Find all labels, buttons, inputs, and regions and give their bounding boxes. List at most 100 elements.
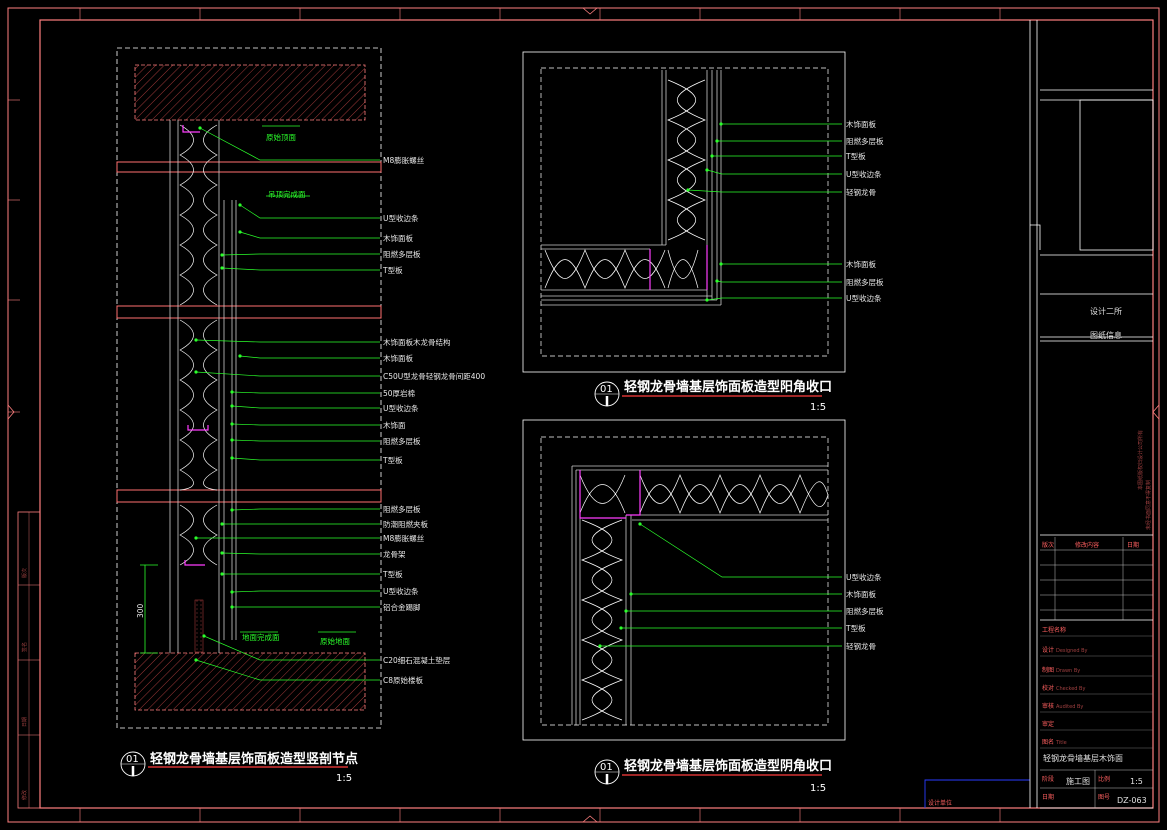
callout-label: T型板 <box>845 151 866 161</box>
left-strip-label: 修改 <box>21 790 28 800</box>
leader-dot <box>238 230 242 234</box>
field-label: 审核 <box>1042 702 1054 710</box>
leader-line <box>231 590 380 593</box>
callout-label: M8膨胀螺丝 <box>383 155 425 165</box>
number-label: 图号 <box>1098 794 1110 801</box>
leader-line <box>706 169 842 175</box>
level-note: 原始地面 <box>320 636 350 646</box>
leader-dot <box>715 279 719 283</box>
leader-line <box>221 253 380 256</box>
callout-label: 龙骨架 <box>383 549 406 559</box>
company-subtitle: 图纸信息 <box>1090 330 1122 340</box>
detail-scale: 1:5 <box>336 773 352 784</box>
callout-label: T型板 <box>382 455 403 465</box>
field-label-en: Drawn By <box>1056 668 1080 674</box>
detail-number: 01 <box>126 754 139 765</box>
leader-dot <box>624 609 628 613</box>
bottom-right-labels: U型收边条木饰面板阻燃多层板 T型板轻钢龙骨 <box>845 572 884 651</box>
detail-top-right-title: 01 轻钢龙骨墙基层饰面板造型阳角收口 1:5 <box>594 379 832 413</box>
callout-label: 轻钢龙骨 <box>846 187 876 197</box>
leader-line <box>231 508 380 511</box>
field-label: 制图 <box>1042 666 1054 674</box>
leader-line <box>221 267 380 271</box>
leader-dot <box>220 253 224 257</box>
left-labels: M8膨胀螺丝U型收边条木饰面板阻燃多层板T型板木饰面板木龙骨结构木饰面板C50U… <box>382 155 485 685</box>
callout-label: 木饰面板 <box>846 259 876 269</box>
leader-dot <box>705 168 709 172</box>
vertical-note: 本图纸版权归设计公司所有 <box>1137 430 1144 490</box>
stamp-box: 设计单位 <box>924 779 1030 808</box>
callout-label: 木饰面板 <box>846 589 876 599</box>
callout-label: 防潮阻燃夹板 <box>383 519 428 529</box>
leader-dot <box>238 354 242 358</box>
level-note: 原始顶面 <box>266 132 296 142</box>
detail-scale: 1:5 <box>810 783 826 794</box>
callout-label: 木饰面 <box>383 420 406 430</box>
left-revision-strip: 版次 签名 日期 修改 <box>17 511 41 809</box>
leader-dot <box>230 438 234 442</box>
callout-label: U型收边条 <box>846 572 882 582</box>
vertical-note: 未经书面同意不得复制 <box>1145 480 1152 530</box>
left-strip-label: 日期 <box>22 717 28 727</box>
leader-dot <box>194 536 198 540</box>
callout-label: U型收边条 <box>383 586 419 596</box>
callout-label: C50U型龙骨轻钢龙骨间距400 <box>383 371 485 381</box>
leader-dot <box>194 370 198 374</box>
leader-line <box>239 355 380 359</box>
leader-dot <box>220 522 224 526</box>
detail-bottom-right-section: U型收边条木饰面板阻燃多层板 T型板轻钢龙骨 01 轻钢龙骨墙基层饰面板造型阴角收… <box>522 419 884 794</box>
leader-dot <box>230 590 234 594</box>
leader-dot <box>198 126 202 130</box>
detail-left-section: 300 原始顶面 吊顶完成面 地面完成面 原始地面 M8膨胀螺丝U型收边条木饰面… <box>116 47 485 784</box>
detail-title: 轻钢龙骨墙基层饰面板造型阳角收口 <box>624 379 832 395</box>
callout-label: 木饰面板 <box>383 233 413 243</box>
leader-dot <box>194 338 198 342</box>
detail-title: 轻钢龙骨墙基层饰面板造型阴角收口 <box>624 758 832 774</box>
field-label-en: Title <box>1055 740 1067 746</box>
level-note: 吊顶完成面 <box>268 189 306 199</box>
detail-top-right-section: 木饰面板阻燃多层板T型板U型收边条轻钢龙骨木饰面板阻燃多层板U型收边条 01 轻… <box>522 51 884 413</box>
leader-dot <box>719 122 723 126</box>
leader-dot <box>715 139 719 143</box>
callout-label: U型收边条 <box>383 403 419 413</box>
detail-bottom-right-title: 01 轻钢龙骨墙基层饰面板造型阴角收口 1:5 <box>594 758 832 794</box>
field-label-en: Checked By <box>1056 686 1085 692</box>
leader-line <box>706 297 842 301</box>
callout-label: 铝合金踢脚 <box>383 602 421 612</box>
scale-label: 比例 <box>1098 775 1110 783</box>
dimension-text: 300 <box>136 603 145 618</box>
callout-label: 阻燃多层板 <box>846 606 884 616</box>
leader-line <box>231 457 380 461</box>
callout-label: 50厚岩棉 <box>383 388 415 398</box>
callout-label: U型收边条 <box>846 169 882 179</box>
leader-dot <box>202 634 206 638</box>
leader-line <box>239 204 380 219</box>
callout-label: 木饰面板 <box>846 119 876 129</box>
callout-label: T型板 <box>382 265 403 275</box>
left-leader-lines <box>194 126 380 681</box>
left-strip-label: 版次 <box>21 568 28 578</box>
leader-dot <box>230 404 234 408</box>
callout-label: 阻燃多层板 <box>383 504 421 514</box>
leader-line <box>231 423 380 426</box>
title-block-fields: 工程名称设计 Designed By 制图 Drawn By 校对 Checked By 审… <box>1040 626 1153 749</box>
level-note: 地面完成面 <box>242 632 280 642</box>
callout-label: 木饰面板 <box>383 353 413 363</box>
drawing-name: 轻钢龙骨墙基层木饰面 <box>1043 753 1123 763</box>
field-label-en: Designed By <box>1056 648 1088 654</box>
callout-label: 轻钢龙骨 <box>846 641 876 651</box>
stage-label: 阶段 <box>1042 775 1054 783</box>
field-label: 审定 <box>1042 720 1054 728</box>
top-right-leader-lines <box>686 122 842 302</box>
callout-label: 阻燃多层板 <box>383 436 421 446</box>
leader-line <box>231 439 380 442</box>
rev-header-index: 版次 <box>1042 541 1054 549</box>
field-label: 设计 <box>1042 646 1054 654</box>
leader-dot <box>705 298 709 302</box>
leader-dot <box>686 188 690 192</box>
leader-line <box>639 523 842 578</box>
leader-line <box>231 405 380 409</box>
leader-dot <box>598 644 602 648</box>
detail-number: 01 <box>600 762 613 773</box>
leader-dot <box>230 508 234 512</box>
